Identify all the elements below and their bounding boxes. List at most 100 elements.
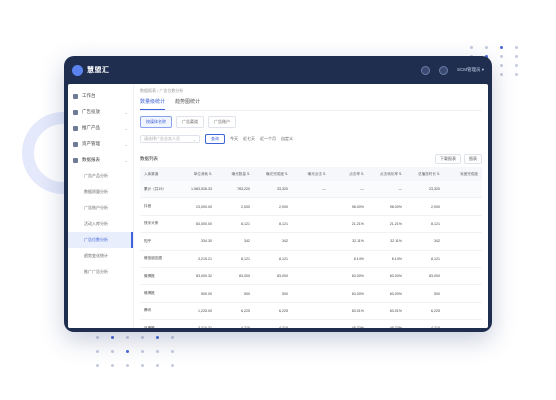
table-cell: 8,121 [406,250,444,268]
staff-select[interactable]: 请选择广告业务人员 ⌄ [140,135,200,143]
column-header[interactable]: 单位消耗 ⇅ [178,167,216,181]
table-cell: 2,000 [406,197,444,216]
app-window: 慧盟汇 SCM管理员 ▾ 工作台 广告投放 ⌄ 推广产品 ⌄ 资产管理 ⌄ 数据… [64,56,492,332]
data-table: 入库渠道 单位消耗 ⇅ 曝光数量 ⇅ 曝光完成度 ⇅ 曝光点击 ⇅ 点击率 ⇅ 点击转化率 … [140,167,482,328]
table-cell: 3,210.31 [178,319,216,328]
filter-last30[interactable]: 近一个月 [260,136,276,142]
table-cell [444,302,482,321]
avatar[interactable] [438,65,448,75]
column-header[interactable]: 点击率 ⇅ [330,167,368,181]
table-row[interactable]: 微博推 500.00 500 500 83.00% 83.00% 500 [140,284,482,303]
table-row[interactable]: 快手头条 83,000.00 8,121 8,121 21.21% 21.21% 8,121 [140,215,482,234]
table-row[interactable]: 微博推 83,000.32 83,000 83,000 83.00% 83.00% 83,0… [140,267,482,286]
decorative-dot [156,336,159,339]
sidebar-item-label: 工作台 [82,93,96,98]
table-total-row: 累计（共19） 1,983,526.33 783,220 33,320— — —23,32… [140,181,482,199]
sidebar-item-products[interactable]: 推广产品 ⌄ [68,120,133,136]
table-cell [444,250,482,268]
dimension-chips: 按媒体名称 广告渠道 广告账户 [140,116,482,128]
table-cell: 2,000 [216,197,254,216]
table-cell: 500.00 [178,284,216,303]
table-cell: 783,220 [216,181,254,199]
column-header[interactable]: 曝光点击 ⇅ [292,167,330,181]
table-cell: 知乎 [140,232,178,251]
chip-account[interactable]: 广告账户 [208,116,236,128]
sidebar-sub-item[interactable]: 广告账户分析 [68,200,133,216]
column-header[interactable]: 曝光数量 ⇅ [216,167,254,181]
table-cell: 32.11% [368,232,406,251]
table-cell [292,250,330,268]
table-cell: 23,000.00 [178,197,216,216]
table-cell: 83.00% [368,267,406,286]
sidebar-item-ads[interactable]: 广告投放 ⌄ [68,104,133,120]
decorative-dot [500,64,503,67]
tab-volume-stats[interactable]: 数量级统计 [140,98,166,110]
sidebar-item-label: 资产管理 [82,141,100,146]
sidebar-item-reports[interactable]: 数据报表 ⌄ [68,152,133,168]
table-cell [444,284,482,303]
sidebar-sub-item-active[interactable]: 广告位数分析 [68,232,133,248]
column-header[interactable]: 入库渠道 [140,167,178,181]
column-header[interactable]: 点击转化率 ⇅ [368,167,406,181]
column-header[interactable]: 曝光完成度 ⇅ [254,167,292,181]
table-cell [292,197,330,216]
table-cell [444,232,482,251]
decorative-dot [515,46,518,49]
table-cell: 33,320 [254,181,292,199]
table-row[interactable]: 百度推3,210.314,2104,21045.32%45.32%4,210 [140,319,482,328]
table-cell: 83,000 [216,267,254,286]
sidebar-sub-item[interactable]: 活动入库分析 [68,216,133,232]
chevron-down-icon: ⌄ [124,109,128,115]
card-header: 数据列表 下载报表 图表 [140,154,482,164]
table-cell: 98.00% [368,197,406,216]
tab-trend-stats[interactable]: 趋势图统计 [175,98,200,110]
sidebar-item-assets[interactable]: 资产管理 ⌄ [68,136,133,152]
chip-media[interactable]: 按媒体名称 [140,116,172,128]
table-row[interactable]: 知乎 334.30 342 342 32.11% 32.11% 342 [140,232,482,251]
wallet-icon [73,141,78,147]
sidebar-sub-item[interactable]: 推广广告分析 [68,264,133,280]
home-icon [73,93,78,99]
sidebar-item-label: 数据报表 [82,157,100,162]
chart-toggle-button[interactable]: 图表 [464,154,482,164]
table-cell: 83,000.32 [178,267,216,286]
sidebar-item-workbench[interactable]: 工作台 [68,88,133,104]
table-cell [444,181,482,199]
chevron-down-icon: ⌄ [124,125,128,131]
table-cell: 500 [254,284,292,303]
table-cell: 4,210 [216,319,254,328]
filter-custom[interactable]: 自定义 [281,136,293,142]
decorative-dot [500,46,503,49]
table-row[interactable]: 腾讯 1,225.00 6,225 6,225 83.01% 83.01% 6,225 [140,302,482,321]
sidebar-sub-item[interactable]: 趋势变化统计 [68,248,133,264]
query-button[interactable]: 查询 [205,134,225,144]
column-header[interactable]: 深度完成度 [444,167,482,181]
sidebar-sub-item[interactable]: 广告产品分析 [68,168,133,184]
table-cell: 45.32% [368,319,406,328]
table-row[interactable]: 抖音 23,000.00 2,000 2,000 98.00% 98.00% 2,000 [140,197,482,216]
table-cell: 微信朋友圈 [140,250,178,268]
chip-channel[interactable]: 广告渠道 [176,116,204,128]
table-cell: — [292,181,330,199]
notification-icon[interactable] [420,65,430,75]
column-header[interactable]: 总播放时长 ⇅ [406,167,444,181]
sidebar-item-label: 广告投放 [82,109,100,114]
table-cell: 83,000 [254,267,292,286]
table-cell: 83.01% [330,302,368,321]
export-button[interactable]: 下载报表 [435,154,461,164]
table-cell: — [368,181,406,199]
decorative-dot [500,73,503,76]
user-menu[interactable]: SCM管理员 ▾ [457,67,484,73]
chart-icon [73,157,78,163]
decorative-dot [126,364,129,367]
filter-today[interactable]: 今天 [230,136,238,142]
decorative-dot [111,336,114,339]
filter-last7[interactable]: 近七天 [243,136,255,142]
decorative-dot [141,336,144,339]
decorative-dot [171,364,174,367]
table-cell: 8,121 [254,215,292,234]
logo-icon [72,64,83,76]
sidebar-sub-item[interactable]: 数据质量分析 [68,184,133,200]
table-row[interactable]: 微信朋友圈 3,215.21 8,121 8,121 8.14% 8.14% 8,121 [140,250,482,268]
table-cell: 8.14% [368,250,406,268]
